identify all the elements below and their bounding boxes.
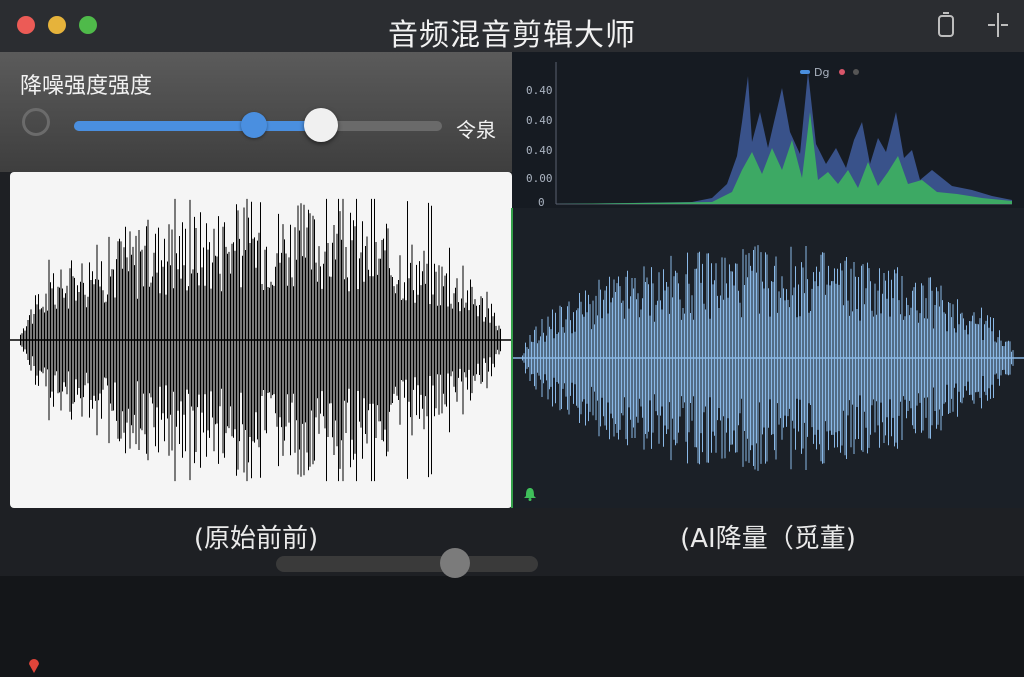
spectrum-y-tick: 0.40 — [526, 84, 553, 97]
spectrum-legend: Dg — [800, 66, 859, 79]
spectrum-y-tick: 0.40 — [526, 114, 553, 127]
scrollbar-thumb[interactable] — [440, 548, 470, 578]
horizontal-scrollbar[interactable] — [276, 556, 538, 572]
spectrum-y-tick: 0 — [538, 196, 545, 208]
app-window: 音频混音剪辑大师 降噪强度强度 令泉 0.40 0.40 0.40 0.00 0… — [0, 0, 1024, 673]
spectrum-y-tick: 0.00 — [526, 172, 553, 185]
split-icon[interactable] — [984, 10, 1012, 40]
spectrum-y-tick: 0.40 — [526, 144, 553, 157]
title-bar: 音频混音剪辑大师 — [0, 0, 1024, 53]
window-title: 音频混音剪辑大师 — [388, 18, 636, 53]
original-caption: (原始前前) — [193, 524, 319, 554]
spectrum-view: 0.40 0.40 0.40 0.00 0 Dg — [512, 52, 1024, 209]
bell-icon[interactable] — [523, 486, 537, 501]
noise-slider-blue-handle[interactable] — [241, 112, 268, 138]
noise-reduction-label: 降噪强度强度 — [20, 74, 153, 99]
denoised-caption: (AI降量（觅董) — [680, 524, 856, 554]
legend-label: Dg — [814, 66, 829, 79]
marker-pin-icon[interactable] — [28, 658, 40, 673]
noise-slider-white-handle[interactable] — [303, 108, 338, 142]
toggle-ring[interactable] — [22, 108, 50, 136]
noise-reduction-panel: 降噪强度强度 令泉 — [0, 52, 512, 172]
noise-slider-fill — [74, 121, 321, 131]
original-waveform[interactable] — [10, 172, 512, 673]
slider-value-label: 令泉 — [456, 118, 496, 142]
panel-divider — [511, 208, 513, 508]
phone-icon[interactable] — [932, 10, 960, 40]
denoised-waveform[interactable] — [512, 208, 1024, 508]
